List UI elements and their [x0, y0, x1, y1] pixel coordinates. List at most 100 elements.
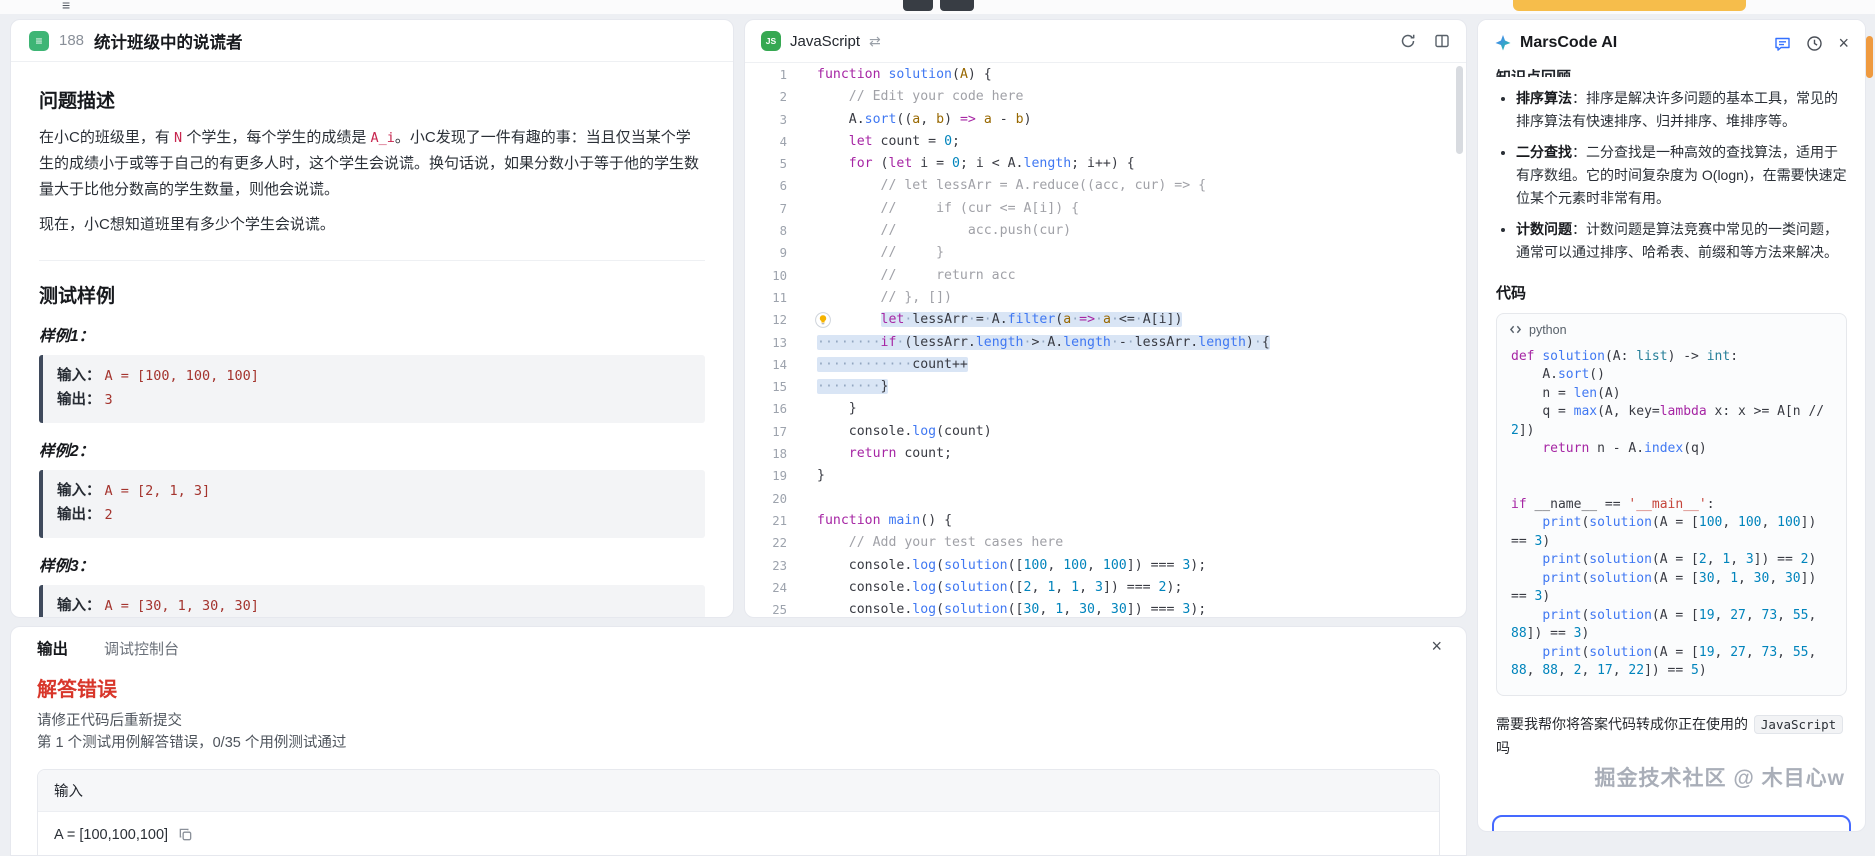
code-language-label: python [1529, 323, 1567, 337]
editor-scrollbar[interactable] [1456, 66, 1463, 154]
code-line[interactable]: 23 console.log(solution([100, 100, 100])… [745, 555, 1466, 577]
refresh-icon[interactable] [1400, 33, 1416, 49]
chat-input[interactable] [1492, 815, 1851, 832]
menu-icon[interactable]: ≡ [62, 0, 70, 13]
question-text: 需要我帮你将答案代码转成你正在使用的 [1496, 716, 1752, 732]
example-label: 样例2： [39, 439, 705, 461]
result-message-1: 请修正代码后重新提交 [11, 710, 1466, 732]
example-label: 样例1： [39, 324, 705, 346]
ai-code-line: print(solution(A = [19, 27, 73, 55, 88])… [1511, 607, 1832, 644]
question-text-suffix: 吗 [1496, 740, 1510, 756]
code-line[interactable]: 18 return count; [745, 443, 1466, 465]
tab-output[interactable]: 输出 [37, 637, 68, 659]
split-view-icon[interactable] [1434, 33, 1450, 49]
code-editor[interactable]: 1function solution(A) {2 // Edit your co… [745, 64, 1466, 617]
code-line[interactable]: 7 // if (cur <= A[i]) { [745, 198, 1466, 220]
code-line[interactable]: 21function main() { [745, 510, 1466, 532]
close-icon[interactable]: × [1838, 34, 1849, 52]
line-number: 7 [745, 198, 787, 220]
ai-code-line: n = len(A) [1511, 385, 1832, 404]
topbar-button-1[interactable] [903, 0, 933, 11]
input-section-header[interactable]: 输入 [38, 770, 1439, 812]
language-label: JavaScript [790, 33, 860, 50]
editor-panel: JS JavaScript ⇄ 1function solution(A) {2… [744, 19, 1467, 618]
ai-code-line: return n - A.index(q) [1511, 440, 1832, 459]
line-number: 17 [745, 421, 787, 443]
language-chip: JavaScript [1754, 715, 1843, 734]
swap-language-icon[interactable]: ⇄ [869, 33, 881, 50]
code-line[interactable]: 9 // } [745, 242, 1466, 264]
problem-header: ≡ 188 统计班级中的说谎者 [11, 20, 733, 62]
ai-code-line: print(solution(A = [30, 1, 30, 30]) == 3… [1511, 570, 1832, 607]
code-line[interactable]: 17 console.log(count) [745, 421, 1466, 443]
code-line[interactable]: 22 // Add your test cases here [745, 532, 1466, 554]
lightbulb-icon[interactable] [815, 312, 831, 328]
code-line[interactable]: 15········} [745, 376, 1466, 398]
chat-icon[interactable] [1774, 35, 1791, 52]
code-line[interactable]: 8 // acc.push(cur) [745, 220, 1466, 242]
code-line[interactable]: 16 } [745, 398, 1466, 420]
editor-header: JS JavaScript ⇄ [745, 20, 1466, 63]
clipped-text: 知识点回顾 [1496, 66, 1847, 77]
ai-code-line: print(solution(A = [2, 1, 3]) == 2) [1511, 551, 1832, 570]
section-divider [39, 260, 705, 261]
problem-paragraph-2: 现在，小C想知道班里有多少个学生会说谎。 [39, 212, 705, 238]
console-tabs: 输出 调试控制台 × [11, 627, 1466, 669]
ai-question: 需要我帮你将答案代码转成你正在使用的 JavaScript 吗 [1496, 712, 1847, 761]
ai-header: MarsCode AI × [1478, 20, 1865, 66]
ai-panel: MarsCode AI × 知识点回顾 排序算法：排序是解决许多问题的基本工具，… [1477, 19, 1866, 832]
console-panel: 输出 调试控制台 × 解答错误 请修正代码后重新提交 第 1 个测试用例解答错误… [10, 626, 1467, 856]
topbar-button-2[interactable] [940, 0, 974, 11]
line-number: 10 [745, 265, 787, 287]
code-line[interactable]: 20 [745, 488, 1466, 510]
selected-code: ········} [817, 379, 888, 394]
tab-debug-console[interactable]: 调试控制台 [104, 638, 179, 659]
selected-code: ············count++ [817, 357, 968, 372]
code-line[interactable]: 25 console.log(solution([30, 1, 30, 30])… [745, 599, 1466, 617]
code-line[interactable]: 11 // }, []) [745, 287, 1466, 309]
ai-code-block: python def solution(A: list) -> int: A.s… [1496, 313, 1847, 696]
inline-code: A_i [371, 130, 395, 146]
history-icon[interactable] [1806, 35, 1823, 52]
code-line[interactable]: 12 let·lessArr·=·A.filter(a·=>·a·<=·A[i]… [745, 309, 1466, 331]
copy-icon[interactable] [178, 827, 193, 842]
line-number: 6 [745, 175, 787, 197]
examples-heading: 测试样例 [39, 281, 705, 308]
topbar-highlight[interactable] [1513, 0, 1746, 11]
code-heading: 代码 [1496, 282, 1847, 303]
code-line[interactable]: 5 for (let i = 0; i < A.length; i++) { [745, 153, 1466, 175]
code-line[interactable]: 4 let count = 0; [745, 131, 1466, 153]
line-number: 19 [745, 465, 787, 487]
ai-code-line: A.sort() [1511, 366, 1832, 385]
example-input: 输入：A = [2, 1, 3] [57, 480, 691, 504]
code-line[interactable]: 1function solution(A) { [745, 64, 1466, 86]
ai-title: MarsCode AI [1520, 34, 1617, 52]
result-status: 解答错误 [11, 673, 1466, 702]
code-line[interactable]: 2 // Edit your code here [745, 86, 1466, 108]
line-number: 12 [745, 309, 787, 331]
code-line[interactable]: 10 // return acc [745, 265, 1466, 287]
page-scrollbar-thumb[interactable] [1866, 36, 1873, 78]
line-number: 24 [745, 577, 787, 599]
problem-paragraph-1: 在小C的班级里，有 N 个学生，每个学生的成绩是 A_i。小C发现了一件有趣的事… [39, 125, 705, 202]
examples-list: 样例1：输入：A = [100, 100, 100]输出：3样例2：输入：A =… [39, 324, 705, 618]
example-output: 输出：3 [57, 389, 691, 413]
code-line[interactable]: 14············count++ [745, 354, 1466, 376]
description-heading: 问题描述 [39, 86, 705, 113]
ai-code-line: print(solution(A = [100, 100, 100]) == 3… [1511, 514, 1832, 551]
code-line[interactable]: 19} [745, 465, 1466, 487]
code-line[interactable]: 3 A.sort((a, b) => a - b) [745, 109, 1466, 131]
inline-code: N [174, 130, 182, 146]
problem-panel: ≡ 188 统计班级中的说谎者 问题描述 在小C的班级里，有 N 个学生，每个学… [10, 19, 734, 618]
watermark: 掘金技术社区 @ 木目心w [1595, 762, 1845, 792]
top-bar: ≡ [0, 0, 1875, 14]
ai-code-line: print(solution(A = [19, 27, 73, 55, 88, … [1511, 644, 1832, 681]
knowledge-point: 排序算法：排序是解决许多问题的基本工具，常见的排序算法有快速排序、归并排序、堆排… [1516, 87, 1847, 132]
selected-code: ········if·(lessArr.length·>·A.length·-·… [817, 335, 1270, 350]
code-line[interactable]: 24 console.log(solution([2, 1, 1, 3]) ==… [745, 577, 1466, 599]
code-line[interactable]: 13········if·(lessArr.length·>·A.length·… [745, 332, 1466, 354]
close-icon[interactable]: × [1431, 636, 1442, 657]
line-number: 1 [745, 64, 787, 86]
code-line[interactable]: 6 // let lessArr = A.reduce((acc, cur) =… [745, 175, 1466, 197]
line-number: 21 [745, 510, 787, 532]
